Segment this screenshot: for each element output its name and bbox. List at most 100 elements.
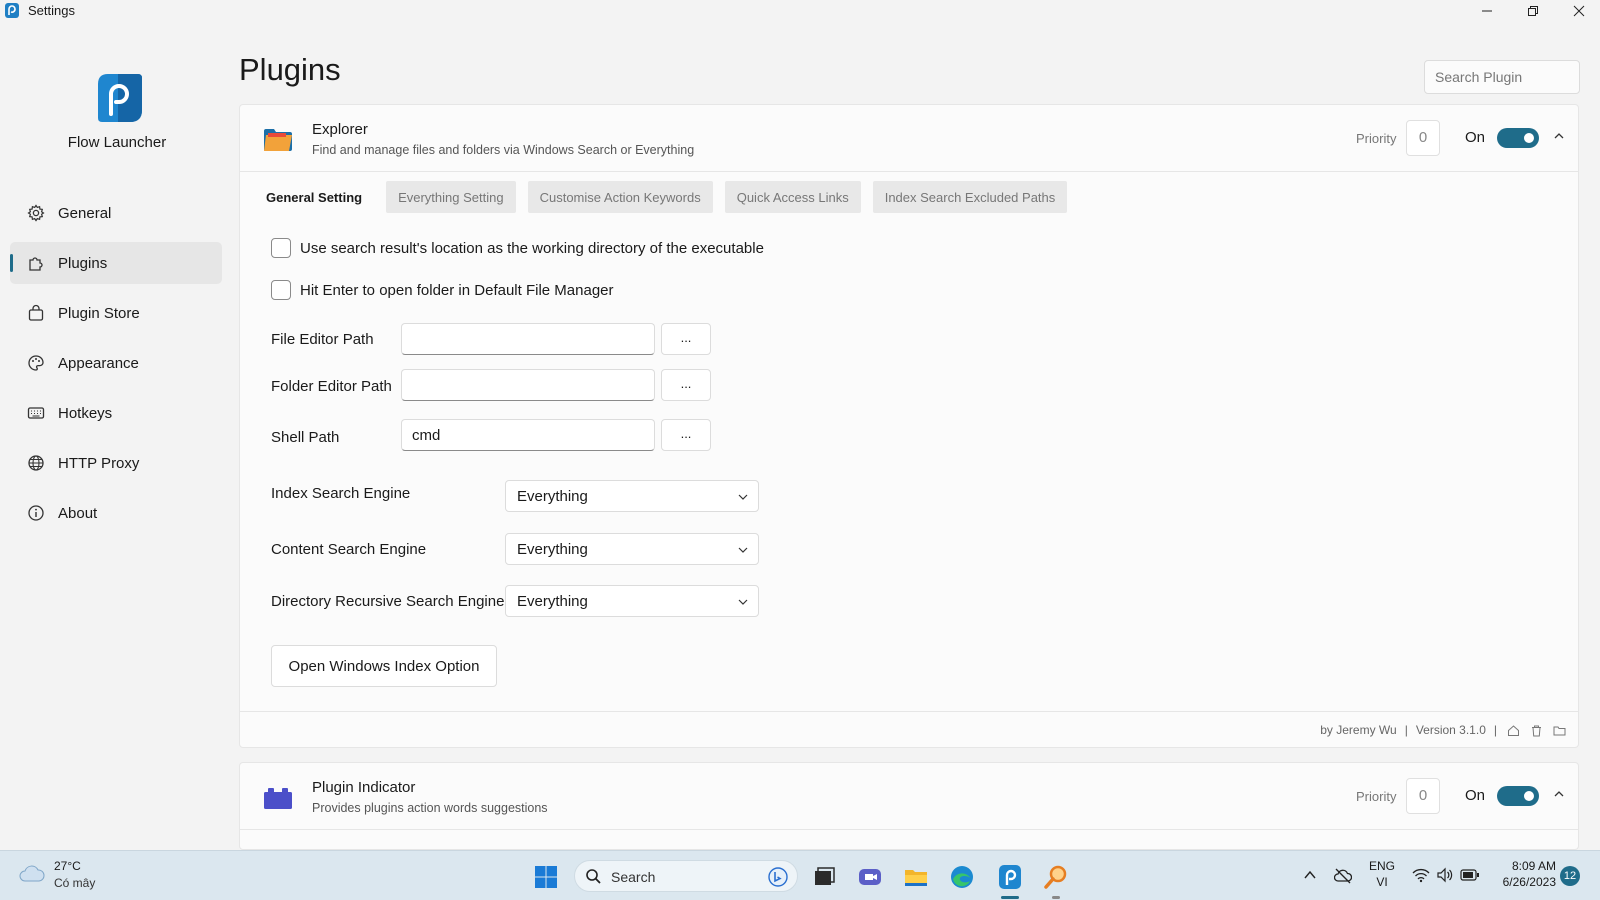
language-indicator-bottom[interactable]: VI [1368,875,1396,889]
file-explorer-icon[interactable] [902,863,930,891]
plugin-enable-toggle[interactable] [1497,786,1539,806]
sidebar-item-label: Plugins [58,254,108,272]
sidebar-item-label: General [58,204,112,222]
bing-chat-icon[interactable] [767,866,789,888]
edge-browser-icon[interactable] [948,863,976,891]
sidebar-item-http-proxy[interactable]: HTTP Proxy [10,442,222,484]
shell-path-browse-button[interactable]: ... [661,419,711,451]
header-divider [240,829,1578,830]
priority-input[interactable]: 0 [1406,120,1440,156]
priority-input[interactable]: 0 [1406,778,1440,814]
home-icon[interactable] [1507,724,1520,737]
trash-icon[interactable] [1530,724,1543,737]
tab-index-search-excluded-paths[interactable]: Index Search Excluded Paths [872,181,1068,213]
default-file-manager-option[interactable]: Hit Enter to open folder in Default File… [271,280,614,300]
chevron-up-icon[interactable] [1303,869,1317,881]
teams-chat-icon[interactable] [856,863,884,891]
tab-quick-access-links[interactable]: Quick Access Links [724,181,861,213]
priority-label: Priority [1356,789,1397,804]
task-view-icon[interactable] [810,863,838,891]
plugin-name: Plugin Indicator [312,779,416,796]
flow-launcher-app-icon [5,3,19,18]
tab-general-setting[interactable]: General Setting [260,181,374,213]
tab-everything-setting[interactable]: Everything Setting [386,181,516,213]
sidebar-item-label: HTTP Proxy [58,454,140,472]
flow-launcher-logo [98,74,142,122]
cloud-icon[interactable] [18,863,46,885]
search-icon [586,869,601,884]
minimize-button[interactable] [1464,0,1510,22]
plugin-state-label: On [1465,129,1486,146]
chevron-down-icon [738,599,748,605]
sidebar-item-general[interactable]: General [10,192,222,234]
folder-icon [264,129,292,151]
sidebar-item-label: Appearance [58,354,139,372]
index-search-engine-label: Index Search Engine [271,485,411,502]
taskbar-search-label: Search [611,869,656,885]
content-search-engine-label: Content Search Engine [271,541,427,558]
clock-time[interactable]: 8:09 AM [1486,859,1556,873]
plugin-name: Explorer [312,121,368,138]
file-editor-path-input[interactable] [401,323,655,355]
file-editor-path-label: File Editor Path [271,331,374,348]
weather-condition[interactable]: Có mây [54,876,95,890]
volume-icon[interactable] [1436,867,1454,883]
plugin-description: Provides plugins action words suggestion… [312,801,548,815]
folder-editor-browse-button[interactable]: ... [661,369,711,401]
cloud-offline-icon[interactable] [1334,867,1352,885]
battery-icon[interactable] [1460,868,1480,882]
explorer-plugin-header[interactable]: Explorer Find and manage files and folde… [240,105,1578,171]
plugin-indicator-header[interactable]: Plugin Indicator Provides plugins action… [240,763,1578,829]
sidebar-item-label: Hotkeys [58,404,113,422]
taskbar-search-box[interactable]: Search [574,860,798,892]
chevron-down-icon [738,494,748,500]
sidebar-item-hotkeys[interactable]: Hotkeys [10,392,222,434]
title-bar: Settings [0,0,1600,22]
chevron-up-icon[interactable] [1552,787,1566,801]
weather-temperature[interactable]: 27°C [54,859,81,873]
select-value: Everything [517,540,588,558]
plugin-enable-toggle[interactable] [1497,128,1539,148]
directory-recursive-search-engine-select[interactable]: Everything [505,585,759,617]
page-title: Plugins [239,52,341,87]
restore-button[interactable] [1510,0,1556,22]
shell-path-input[interactable] [401,419,655,451]
flow-launcher-taskbar-icon[interactable] [996,863,1024,891]
folder-editor-path-input[interactable] [401,369,655,401]
tab-customise-action-keywords[interactable]: Customise Action Keywords [527,181,713,213]
search-plugin-input[interactable] [1424,60,1580,94]
shopping-bag-icon [26,303,46,323]
sidebar-item-about[interactable]: About [10,492,222,534]
sidebar-item-plugin-store[interactable]: Plugin Store [10,292,222,334]
default-file-manager-checkbox[interactable] [271,280,291,300]
chevron-up-icon[interactable] [1552,129,1566,143]
clock-date[interactable]: 6/26/2023 [1486,875,1556,889]
directory-recursive-search-engine-label: Directory Recursive Search Engine [271,593,505,610]
window-title: Settings [28,3,75,18]
sidebar-item-plugins[interactable]: Plugins [10,242,222,284]
working-directory-option[interactable]: Use search result's location as the work… [271,238,764,258]
select-value: Everything [517,592,588,610]
sidebar-item-appearance[interactable]: Appearance [10,342,222,384]
checkbox-label: Use search result's location as the work… [300,239,764,257]
file-editor-browse-button[interactable]: ... [661,323,711,355]
index-search-engine-select[interactable]: Everything [505,480,759,512]
language-indicator-top[interactable]: ENG [1368,859,1396,873]
plugin-footer: by Jeremy Wu | Version 3.1.0 | [240,711,1578,747]
content-search-engine-select[interactable]: Everything [505,533,759,565]
plugin-state-label: On [1465,787,1486,804]
open-windows-index-option-button[interactable]: Open Windows Index Option [271,645,497,687]
folder-editor-path-label: Folder Editor Path [271,378,392,395]
close-icon [1573,5,1585,17]
sidebar-item-label: Plugin Store [58,304,140,322]
restore-icon [1528,6,1538,16]
folder-open-icon[interactable] [1553,724,1566,737]
notification-count-badge[interactable]: 12 [1560,866,1580,886]
wifi-icon[interactable] [1412,867,1430,883]
windows-start-icon[interactable] [532,863,560,891]
magnifier-app-icon[interactable] [1042,863,1070,891]
working-directory-checkbox[interactable] [271,238,291,258]
close-button[interactable] [1556,0,1600,22]
settings-tabs: General Setting Everything Setting Custo… [260,181,1079,213]
globe-icon [26,453,46,473]
